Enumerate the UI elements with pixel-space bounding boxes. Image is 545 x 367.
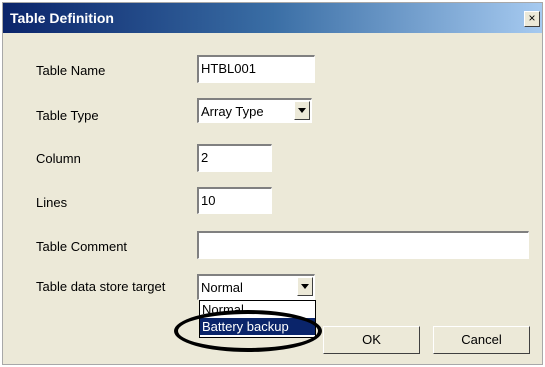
highlight-ellipse	[174, 310, 322, 352]
table-name-label: Table Name	[36, 63, 106, 78]
chevron-down-icon[interactable]	[297, 277, 313, 296]
table-type-value: Array Type	[201, 104, 264, 119]
column-label: Column	[36, 151, 81, 166]
table-name-input[interactable]: HTBL001	[197, 55, 315, 83]
ok-button[interactable]: OK	[323, 326, 420, 354]
table-comment-label: Table Comment	[36, 239, 128, 254]
table-type-label: Table Type	[36, 108, 99, 123]
title-bar[interactable]: Table Definition ×	[3, 3, 542, 33]
lines-input[interactable]: 10	[197, 187, 272, 214]
column-input[interactable]: 2	[197, 144, 272, 172]
store-target-label: Table data store target	[36, 279, 166, 294]
table-comment-input[interactable]	[197, 231, 529, 259]
table-definition-dialog: Table Definition × Table Name HTBL001 Ta…	[2, 2, 543, 365]
dialog-title: Table Definition	[10, 10, 114, 26]
cancel-button[interactable]: Cancel	[433, 326, 530, 354]
chevron-down-icon[interactable]	[294, 101, 310, 120]
store-target-value: Normal	[201, 280, 243, 295]
lines-label: Lines	[36, 195, 68, 210]
table-type-dropdown[interactable]: Array Type	[197, 98, 312, 123]
close-icon: ×	[528, 11, 536, 25]
store-target-dropdown[interactable]: Normal	[197, 274, 315, 300]
close-button[interactable]: ×	[524, 11, 540, 27]
